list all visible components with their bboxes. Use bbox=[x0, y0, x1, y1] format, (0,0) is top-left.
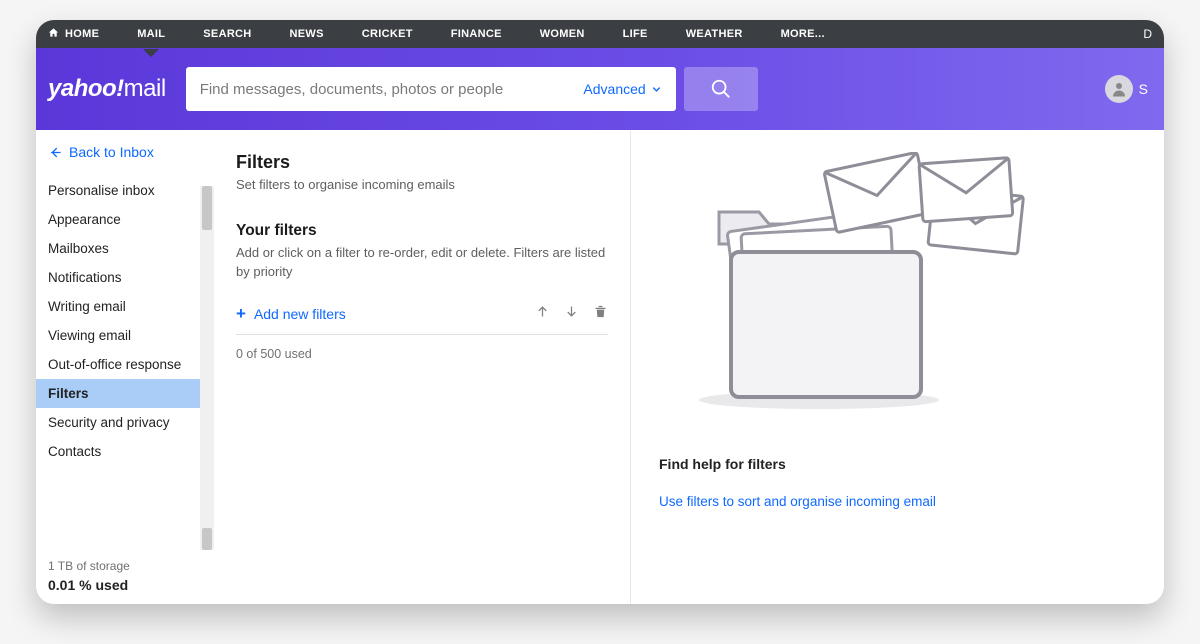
search-box: Advanced bbox=[186, 67, 676, 111]
global-nav: HOME MAIL SEARCH NEWS CRICKET FINANCE WO… bbox=[36, 20, 1164, 48]
logo-product: mail bbox=[124, 75, 166, 102]
trash-icon bbox=[593, 304, 608, 319]
sidebar-item-mailboxes[interactable]: Mailboxes bbox=[36, 234, 214, 263]
move-up-button[interactable] bbox=[535, 304, 550, 324]
filters-used-count: 0 of 500 used bbox=[236, 347, 608, 361]
sidebar-item-filters[interactable]: Filters bbox=[36, 379, 214, 408]
sidebar-item-personalise[interactable]: Personalise inbox bbox=[36, 176, 214, 205]
scrollbar-thumb-bottom[interactable] bbox=[202, 528, 212, 550]
nav-right-text: D bbox=[1143, 27, 1152, 41]
logo: yahoo!mail bbox=[48, 75, 166, 103]
account-initial: S bbox=[1139, 81, 1148, 97]
filter-toolbar: + Add new filters bbox=[236, 304, 608, 335]
your-filters-heading: Your filters bbox=[236, 222, 608, 240]
storage-used: 0.01 % used bbox=[48, 575, 130, 596]
nav-more[interactable]: MORE... bbox=[781, 28, 825, 40]
nav-weather[interactable]: WEATHER bbox=[686, 28, 743, 40]
sidebar-item-contacts[interactable]: Contacts bbox=[36, 437, 214, 466]
nav-life[interactable]: LIFE bbox=[623, 28, 648, 40]
sidebar-item-notifications[interactable]: Notifications bbox=[36, 263, 214, 292]
search-icon bbox=[710, 78, 732, 100]
arrow-left-icon bbox=[48, 145, 63, 160]
storage-label: 1 TB of storage bbox=[48, 557, 130, 575]
nav-home[interactable]: HOME bbox=[65, 28, 99, 40]
sidebar-item-out-of-office[interactable]: Out-of-office response bbox=[36, 350, 214, 379]
add-new-filters-button[interactable]: + Add new filters bbox=[236, 305, 346, 322]
sidebar-item-viewing-email[interactable]: Viewing email bbox=[36, 321, 214, 350]
avatar-icon bbox=[1105, 75, 1133, 103]
back-label: Back to Inbox bbox=[69, 144, 154, 160]
nav-mail[interactable]: MAIL bbox=[137, 28, 165, 40]
header: yahoo!mail Advanced S bbox=[36, 48, 1164, 130]
help-panel: Find help for filters Use filters to sor… bbox=[630, 130, 1164, 604]
sidebar-item-security[interactable]: Security and privacy bbox=[36, 408, 214, 437]
chevron-down-icon bbox=[651, 84, 662, 95]
nav-finance[interactable]: FINANCE bbox=[451, 28, 502, 40]
nav-news[interactable]: NEWS bbox=[290, 28, 324, 40]
sidebar-scrollbar[interactable] bbox=[200, 186, 214, 550]
your-filters-sub: Add or click on a filter to re-order, ed… bbox=[236, 244, 608, 282]
scrollbar-thumb-top[interactable] bbox=[202, 186, 212, 230]
back-to-inbox-link[interactable]: Back to Inbox bbox=[36, 130, 214, 176]
help-title: Find help for filters bbox=[659, 456, 1140, 472]
arrow-down-icon bbox=[564, 304, 579, 319]
page-subtitle: Set filters to organise incoming emails bbox=[236, 177, 608, 192]
search-input[interactable] bbox=[200, 81, 584, 98]
advanced-label: Advanced bbox=[583, 81, 645, 97]
move-down-button[interactable] bbox=[564, 304, 579, 324]
plus-icon: + bbox=[236, 305, 246, 322]
help-link[interactable]: Use filters to sort and organise incomin… bbox=[659, 494, 1140, 509]
filters-panel: Filters Set filters to organise incoming… bbox=[214, 130, 630, 604]
sidebar-item-appearance[interactable]: Appearance bbox=[36, 205, 214, 234]
sidebar-item-writing-email[interactable]: Writing email bbox=[36, 292, 214, 321]
settings-sidebar: Back to Inbox Personalise inbox Appearan… bbox=[36, 130, 214, 604]
search-button[interactable] bbox=[684, 67, 758, 111]
account-area[interactable]: S bbox=[1105, 75, 1148, 103]
nav-search[interactable]: SEARCH bbox=[203, 28, 251, 40]
home-icon bbox=[48, 27, 59, 41]
delete-button[interactable] bbox=[593, 304, 608, 324]
folder-illustration bbox=[659, 152, 1029, 412]
page-title: Filters bbox=[236, 152, 608, 173]
nav-cricket[interactable]: CRICKET bbox=[362, 28, 413, 40]
storage-info: 1 TB of storage 0.01 % used bbox=[48, 557, 130, 596]
logo-brand: yahoo! bbox=[48, 75, 124, 102]
nav-women[interactable]: WOMEN bbox=[540, 28, 585, 40]
add-new-filters-label: Add new filters bbox=[254, 306, 346, 322]
arrow-up-icon bbox=[535, 304, 550, 319]
advanced-search-link[interactable]: Advanced bbox=[583, 81, 661, 97]
settings-menu: Personalise inbox Appearance Mailboxes N… bbox=[36, 176, 214, 604]
